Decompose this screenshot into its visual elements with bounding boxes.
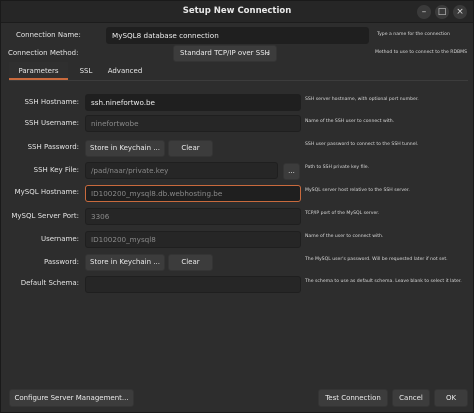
- setup-new-connection-dialog: Setup New Connection – □ × Connection Na…: [0, 0, 474, 413]
- browse-key-file-button[interactable]: ...: [283, 163, 300, 180]
- chevron-down-icon: ⌄: [265, 49, 271, 57]
- tab-parameters[interactable]: Parameters: [9, 62, 68, 80]
- ssh-password-label: SSH Password:: [27, 143, 79, 151]
- ssh-key-file-label: SSH Key File:: [33, 166, 79, 174]
- close-icon[interactable]: ×: [453, 5, 467, 19]
- configure-server-management-button[interactable]: Configure Server Management...: [9, 389, 134, 407]
- connection-method-label: Connection Method:: [8, 49, 79, 57]
- cancel-button[interactable]: Cancel: [392, 389, 430, 407]
- mysql-hostname-input[interactable]: ID100200_mysql8.db.webhosting.be: [85, 185, 301, 202]
- maximize-icon[interactable]: □: [435, 5, 449, 19]
- ok-button[interactable]: OK: [434, 389, 468, 407]
- ssh-username-label: SSH Username:: [24, 119, 79, 127]
- mysql-port-input[interactable]: 3306: [85, 208, 301, 225]
- username-hint: Name of the user to connect with.: [305, 234, 384, 239]
- connection-name-label: Connection Name:: [16, 31, 81, 39]
- store-in-keychain-button[interactable]: Store in Keychain ...: [85, 254, 165, 271]
- ssh-password-hint: SSH user password to connect to the SSH …: [305, 142, 419, 147]
- connection-method-value: Standard TCP/IP over SSH: [180, 49, 270, 57]
- tab-ssl[interactable]: SSL: [72, 62, 100, 80]
- ssh-store-in-keychain-button[interactable]: Store in Keychain ...: [85, 140, 165, 157]
- connection-method-hint: Method to use to connect to the RDBMS: [375, 50, 468, 55]
- mysql-hostname-label: MySQL Hostname:: [14, 188, 79, 196]
- mysql-port-label: MySQL Server Port:: [11, 212, 79, 220]
- ssh-key-file-input[interactable]: /pad/naar/private.key: [85, 162, 278, 179]
- ssh-hostname-input[interactable]: ssh.ninefortwo.be: [85, 94, 301, 111]
- username-label: Username:: [40, 235, 79, 243]
- tab-advanced[interactable]: Advanced: [103, 62, 147, 80]
- title-bar: Setup New Connection – □ ×: [1, 1, 473, 23]
- ssh-hostname-label: SSH Hostname:: [24, 98, 79, 106]
- password-hint: The MySQL user's password. Will be reque…: [305, 257, 448, 262]
- test-connection-button[interactable]: Test Connection: [318, 389, 388, 407]
- password-label: Password:: [43, 258, 79, 266]
- window-title: Setup New Connection: [182, 6, 292, 16]
- connection-name-input[interactable]: MySQL8 database connection: [106, 27, 369, 44]
- clear-password-button[interactable]: Clear: [168, 254, 213, 271]
- default-schema-label: Default Schema:: [20, 279, 79, 287]
- default-schema-hint: The schema to use as default schema. Lea…: [305, 279, 462, 284]
- username-input[interactable]: ID100200_mysql8: [85, 231, 301, 248]
- ssh-username-input[interactable]: ninefortwobe: [85, 115, 301, 132]
- ssh-clear-password-button[interactable]: Clear: [168, 140, 213, 157]
- ssh-username-hint: Name of the SSH user to connect with.: [305, 119, 395, 124]
- mysql-port-hint: TCP/IP port of the MySQL server.: [305, 211, 380, 216]
- connection-name-hint: Type a name for the connection: [377, 32, 450, 37]
- connection-method-select[interactable]: Standard TCP/IP over SSH ⌄: [173, 45, 277, 62]
- mysql-hostname-hint: MySQL server host relative to the SSH se…: [305, 188, 410, 193]
- default-schema-input[interactable]: [85, 276, 301, 293]
- ssh-hostname-hint: SSH server hostname, with optional port …: [305, 97, 419, 102]
- minimize-icon[interactable]: –: [417, 5, 431, 19]
- ssh-key-file-hint: Path to SSH private key file.: [305, 165, 370, 170]
